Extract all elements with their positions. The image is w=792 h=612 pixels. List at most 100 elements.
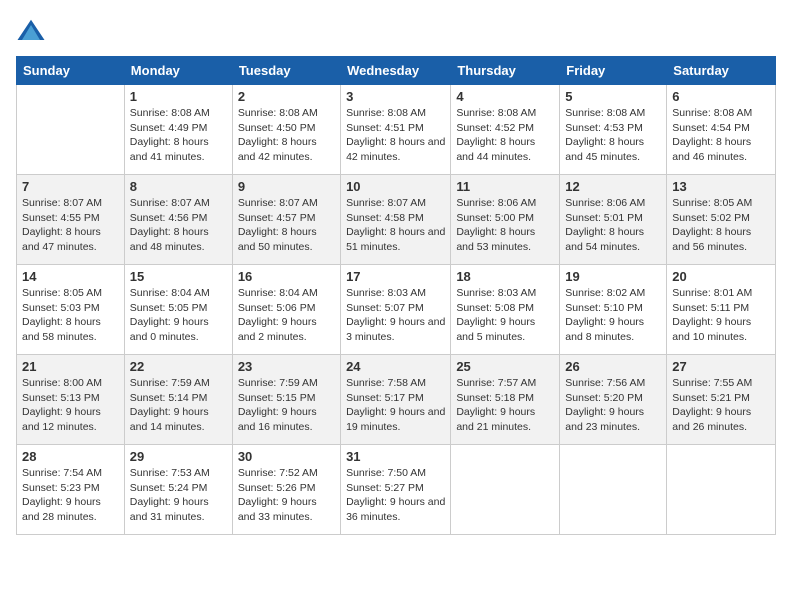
calendar-cell: 15 Sunrise: 8:04 AMSunset: 5:05 PMDayligh…: [124, 265, 232, 355]
calendar-cell: 10 Sunrise: 8:07 AMSunset: 4:58 PMDayligh…: [341, 175, 451, 265]
day-info: Sunrise: 8:03 AMSunset: 5:08 PMDaylight:…: [456, 286, 554, 345]
day-number: 31: [346, 449, 445, 464]
calendar-cell: 20 Sunrise: 8:01 AMSunset: 5:11 PMDayligh…: [667, 265, 776, 355]
calendar-cell: [17, 85, 125, 175]
day-number: 4: [456, 89, 554, 104]
day-info: Sunrise: 8:08 AMSunset: 4:50 PMDaylight:…: [238, 106, 335, 165]
day-info: Sunrise: 7:52 AMSunset: 5:26 PMDaylight:…: [238, 466, 335, 525]
calendar-cell: 16 Sunrise: 8:04 AMSunset: 5:06 PMDayligh…: [232, 265, 340, 355]
calendar-cell: 2 Sunrise: 8:08 AMSunset: 4:50 PMDaylight…: [232, 85, 340, 175]
day-info: Sunrise: 8:05 AMSunset: 5:03 PMDaylight:…: [22, 286, 119, 345]
day-info: Sunrise: 7:59 AMSunset: 5:14 PMDaylight:…: [130, 376, 227, 435]
header-friday: Friday: [560, 57, 667, 85]
calendar-cell: 25Sunrise: 7:57 AMSunset: 5:18 PMDayligh…: [451, 355, 560, 445]
day-number: 26: [565, 359, 661, 374]
day-info: Sunrise: 8:08 AMSunset: 4:51 PMDaylight:…: [346, 106, 445, 165]
day-number: 15: [130, 269, 227, 284]
calendar-cell: 4 Sunrise: 8:08 AMSunset: 4:52 PMDaylight…: [451, 85, 560, 175]
calendar-header-row: SundayMondayTuesdayWednesdayThursdayFrid…: [17, 57, 776, 85]
calendar-cell: 26 Sunrise: 7:56 AMSunset: 5:20 PMDayligh…: [560, 355, 667, 445]
day-number: 2: [238, 89, 335, 104]
calendar-week-row: 1Sunrise: 8:08 AMSunset: 4:49 PMDaylight…: [17, 85, 776, 175]
day-number: 30: [238, 449, 335, 464]
day-info: Sunrise: 8:07 AMSunset: 4:55 PMDaylight:…: [22, 196, 119, 255]
day-number: 20: [672, 269, 770, 284]
calendar-cell: 24 Sunrise: 7:58 AMSunset: 5:17 PMDayligh…: [341, 355, 451, 445]
header-wednesday: Wednesday: [341, 57, 451, 85]
calendar-table: SundayMondayTuesdayWednesdayThursdayFrid…: [16, 56, 776, 535]
day-info: Sunrise: 7:58 AMSunset: 5:17 PMDaylight:…: [346, 376, 445, 435]
day-info: Sunrise: 8:03 AMSunset: 5:07 PMDaylight:…: [346, 286, 445, 345]
day-info: Sunrise: 7:56 AMSunset: 5:20 PMDaylight:…: [565, 376, 661, 435]
day-info: Sunrise: 8:08 AMSunset: 4:53 PMDaylight:…: [565, 106, 661, 165]
day-info: Sunrise: 8:01 AMSunset: 5:11 PMDaylight:…: [672, 286, 770, 345]
day-info: Sunrise: 8:07 AMSunset: 4:56 PMDaylight:…: [130, 196, 227, 255]
calendar-cell: 13 Sunrise: 8:05 AMSunset: 5:02 PMDayligh…: [667, 175, 776, 265]
logo-icon: [16, 16, 46, 46]
logo: [16, 16, 50, 46]
day-number: 5: [565, 89, 661, 104]
calendar-cell: 6 Sunrise: 8:08 AMSunset: 4:54 PMDaylight…: [667, 85, 776, 175]
day-info: Sunrise: 7:55 AMSunset: 5:21 PMDaylight:…: [672, 376, 770, 435]
day-number: 24: [346, 359, 445, 374]
day-info: Sunrise: 7:50 AMSunset: 5:27 PMDaylight:…: [346, 466, 445, 525]
day-number: 21: [22, 359, 119, 374]
calendar-week-row: 28 Sunrise: 7:54 AMSunset: 5:23 PMDayligh…: [17, 445, 776, 535]
day-number: 16: [238, 269, 335, 284]
day-info: Sunrise: 7:54 AMSunset: 5:23 PMDaylight:…: [22, 466, 119, 525]
day-info: Sunrise: 8:08 AMSunset: 4:54 PMDaylight:…: [672, 106, 770, 165]
day-info: Sunrise: 8:05 AMSunset: 5:02 PMDaylight:…: [672, 196, 770, 255]
day-number: 7: [22, 179, 119, 194]
calendar-week-row: 21 Sunrise: 8:00 AMSunset: 5:13 PMDayligh…: [17, 355, 776, 445]
calendar-cell: 28 Sunrise: 7:54 AMSunset: 5:23 PMDayligh…: [17, 445, 125, 535]
day-number: 3: [346, 89, 445, 104]
calendar-cell: 22 Sunrise: 7:59 AMSunset: 5:14 PMDayligh…: [124, 355, 232, 445]
day-number: 11: [456, 179, 554, 194]
day-info: Sunrise: 8:08 AMSunset: 4:49 PMDaylight:…: [130, 106, 227, 165]
day-info: Sunrise: 8:04 AMSunset: 5:05 PMDaylight:…: [130, 286, 227, 345]
header-thursday: Thursday: [451, 57, 560, 85]
calendar-week-row: 7 Sunrise: 8:07 AMSunset: 4:55 PMDaylight…: [17, 175, 776, 265]
day-number: 6: [672, 89, 770, 104]
header-monday: Monday: [124, 57, 232, 85]
header-saturday: Saturday: [667, 57, 776, 85]
day-info: Sunrise: 8:07 AMSunset: 4:57 PMDaylight:…: [238, 196, 335, 255]
calendar-cell: 9 Sunrise: 8:07 AMSunset: 4:57 PMDaylight…: [232, 175, 340, 265]
calendar-cell: 27 Sunrise: 7:55 AMSunset: 5:21 PMDayligh…: [667, 355, 776, 445]
day-number: 10: [346, 179, 445, 194]
calendar-cell: 11Sunrise: 8:06 AMSunset: 5:00 PMDayligh…: [451, 175, 560, 265]
calendar-cell: 8 Sunrise: 8:07 AMSunset: 4:56 PMDaylight…: [124, 175, 232, 265]
calendar-cell: [667, 445, 776, 535]
day-number: 8: [130, 179, 227, 194]
day-number: 22: [130, 359, 227, 374]
calendar-cell: 31 Sunrise: 7:50 AMSunset: 5:27 PMDayligh…: [341, 445, 451, 535]
day-number: 27: [672, 359, 770, 374]
day-number: 29: [130, 449, 227, 464]
calendar-cell: 14Sunrise: 8:05 AMSunset: 5:03 PMDayligh…: [17, 265, 125, 355]
day-number: 17: [346, 269, 445, 284]
day-number: 28: [22, 449, 119, 464]
calendar-week-row: 14Sunrise: 8:05 AMSunset: 5:03 PMDayligh…: [17, 265, 776, 355]
day-info: Sunrise: 7:59 AMSunset: 5:15 PMDaylight:…: [238, 376, 335, 435]
calendar-cell: [560, 445, 667, 535]
calendar-cell: 18 Sunrise: 8:03 AMSunset: 5:08 PMDayligh…: [451, 265, 560, 355]
day-info: Sunrise: 8:07 AMSunset: 4:58 PMDaylight:…: [346, 196, 445, 255]
calendar-cell: 3 Sunrise: 8:08 AMSunset: 4:51 PMDaylight…: [341, 85, 451, 175]
calendar-cell: 29 Sunrise: 7:53 AMSunset: 5:24 PMDayligh…: [124, 445, 232, 535]
day-number: 18: [456, 269, 554, 284]
day-info: Sunrise: 7:53 AMSunset: 5:24 PMDaylight:…: [130, 466, 227, 525]
header-tuesday: Tuesday: [232, 57, 340, 85]
day-info: Sunrise: 7:57 AMSunset: 5:18 PMDaylight:…: [456, 376, 554, 435]
calendar-cell: 30 Sunrise: 7:52 AMSunset: 5:26 PMDayligh…: [232, 445, 340, 535]
calendar-cell: 5 Sunrise: 8:08 AMSunset: 4:53 PMDaylight…: [560, 85, 667, 175]
day-info: Sunrise: 8:04 AMSunset: 5:06 PMDaylight:…: [238, 286, 335, 345]
day-number: 13: [672, 179, 770, 194]
calendar-cell: 21 Sunrise: 8:00 AMSunset: 5:13 PMDayligh…: [17, 355, 125, 445]
calendar-cell: [451, 445, 560, 535]
calendar-cell: 1Sunrise: 8:08 AMSunset: 4:49 PMDaylight…: [124, 85, 232, 175]
day-number: 19: [565, 269, 661, 284]
header-sunday: Sunday: [17, 57, 125, 85]
day-info: Sunrise: 8:08 AMSunset: 4:52 PMDaylight:…: [456, 106, 554, 165]
day-number: 9: [238, 179, 335, 194]
day-info: Sunrise: 8:00 AMSunset: 5:13 PMDaylight:…: [22, 376, 119, 435]
